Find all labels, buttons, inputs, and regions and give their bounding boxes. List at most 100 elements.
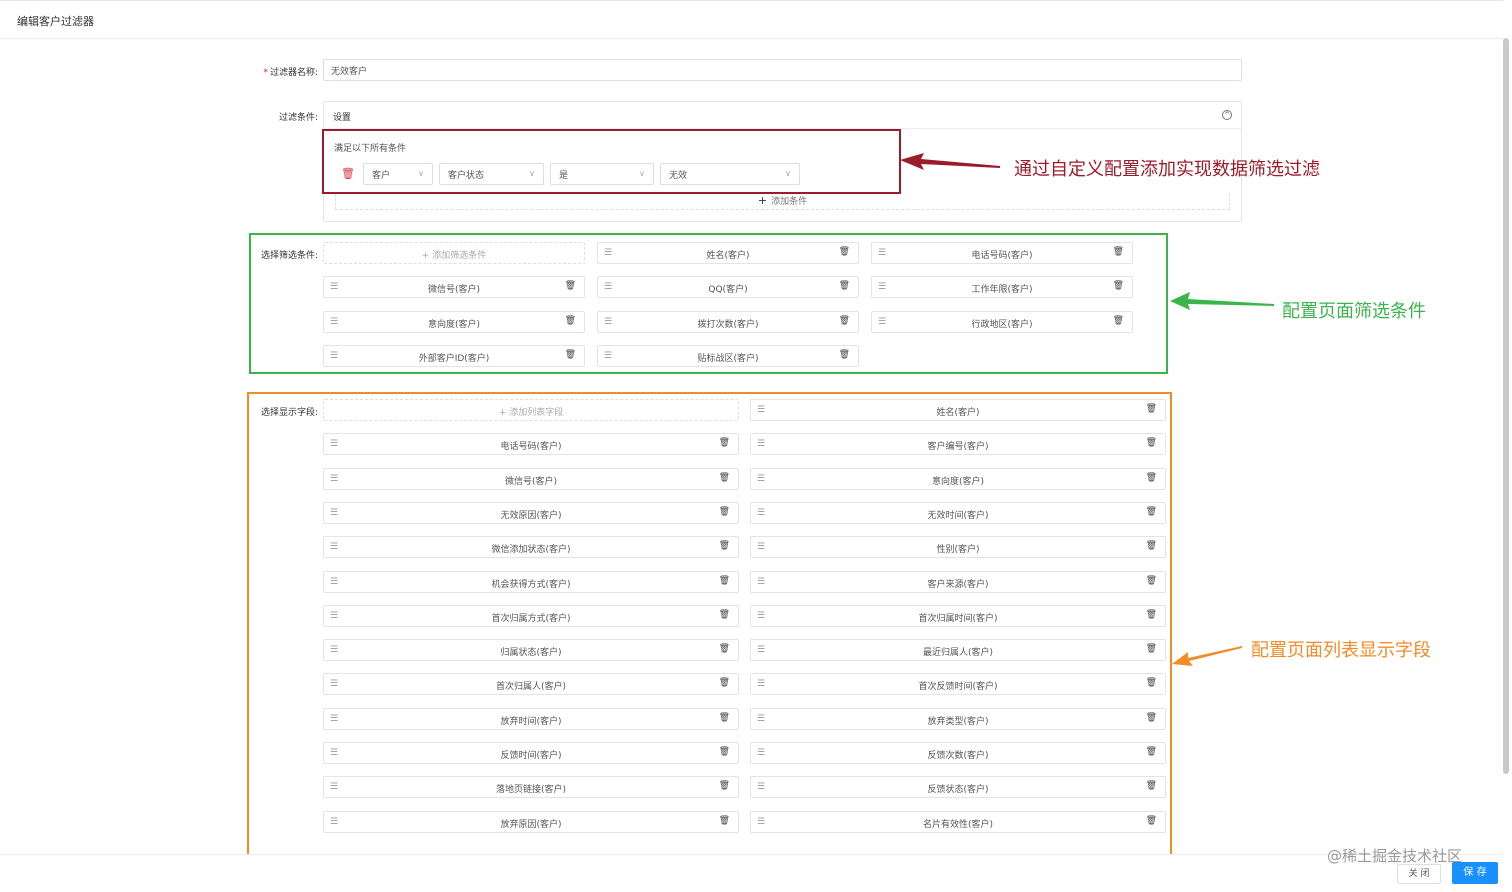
field-item[interactable]: ☰ 贴标战区(客户) 🗑 <box>597 345 859 367</box>
field-item[interactable]: ☰ 行政地区(客户) 🗑 <box>871 311 1133 333</box>
trash-icon[interactable]: 🗑 <box>719 438 730 448</box>
condition-field-select[interactable]: 客户状态 ∨ <box>439 163 544 185</box>
field-item[interactable]: ☰ 反馈状态(客户) 🗑 <box>750 776 1166 798</box>
field-item[interactable]: ☰ 无效时间(客户) 🗑 <box>750 502 1166 524</box>
save-button[interactable]: 保 存 <box>1452 862 1498 884</box>
add-condition-button[interactable]: + 添加条件 <box>335 194 1230 210</box>
trash-icon[interactable]: 🗑 <box>839 316 850 326</box>
field-item-label: 外部客户ID(客户) <box>418 354 490 364</box>
field-item[interactable]: ☰ 最近归属人(客户) 🗑 <box>750 639 1166 661</box>
field-item[interactable]: ☰ 电话号码(客户) 🗑 <box>871 242 1133 264</box>
field-item[interactable]: ☰ 微信号(客户) 🗑 <box>323 468 739 490</box>
field-item[interactable]: ☰ 首次归属人(客户) 🗑 <box>323 673 739 695</box>
trash-icon[interactable]: 🗑 <box>565 350 576 360</box>
field-item-label: 电话号码(客户) <box>500 442 562 452</box>
add-field-button[interactable]: + 添加列表字段 <box>323 399 739 421</box>
trash-icon[interactable]: 🗑 <box>1146 781 1157 791</box>
field-item[interactable]: ☰ 拨打次数(客户) 🗑 <box>597 311 859 333</box>
trash-icon[interactable]: 🗑 <box>1113 316 1124 326</box>
trash-icon[interactable]: 🗑 <box>1146 473 1157 483</box>
plus-icon: + <box>757 194 768 207</box>
required-mark: * <box>263 68 268 78</box>
field-item[interactable]: ☰ QQ(客户) 🗑 <box>597 276 859 298</box>
trash-icon[interactable]: 🗑 <box>839 350 850 360</box>
trash-icon[interactable]: 🗑 <box>719 781 730 791</box>
field-item[interactable]: ☰ 客户来源(客户) 🗑 <box>750 571 1166 593</box>
watermark: @稀土掘金技术社区 <box>1327 847 1463 865</box>
trash-icon[interactable]: 🗑 <box>719 576 730 586</box>
field-item[interactable]: ☰ 客户编号(客户) 🗑 <box>750 433 1166 455</box>
condition-object-select[interactable]: 客户 ∨ <box>363 163 433 185</box>
field-item[interactable]: ☰ 意向度(客户) 🗑 <box>323 311 585 333</box>
trash-icon[interactable]: 🗑 <box>839 247 850 257</box>
field-item[interactable]: ☰ 姓名(客户) 🗑 <box>750 399 1166 421</box>
trash-icon[interactable]: 🗑 <box>719 816 730 826</box>
trash-icon[interactable]: 🗑 <box>1146 816 1157 826</box>
field-item-label: 首次归属方式(客户) <box>491 614 571 624</box>
trash-icon[interactable]: 🗑 <box>1113 247 1124 257</box>
field-item[interactable]: ☰ 微信添加状态(客户) 🗑 <box>323 536 739 558</box>
field-item[interactable]: ☰ 归属状态(客户) 🗑 <box>323 639 739 661</box>
field-item-label: 电话号码(客户) <box>971 251 1033 261</box>
field-item[interactable]: ☰ 首次归属方式(客户) 🗑 <box>323 605 739 627</box>
plus-icon: + <box>421 251 433 261</box>
trash-icon[interactable]: 🗑 <box>1146 747 1157 757</box>
trash-icon[interactable]: 🗑 <box>1146 678 1157 688</box>
trash-icon[interactable]: 🗑 <box>719 678 730 688</box>
trash-icon[interactable]: 🗑 <box>719 713 730 723</box>
collapse-icon[interactable]: ^ <box>1222 110 1232 120</box>
field-item[interactable]: ☰ 微信号(客户) 🗑 <box>323 276 585 298</box>
add-field-label: + 添加列表字段 <box>324 405 738 418</box>
filter-select-label: 选择筛选条件: <box>260 251 318 261</box>
trash-icon[interactable]: 🗑 <box>719 747 730 757</box>
scrollbar[interactable] <box>1503 38 1509 774</box>
trash-icon[interactable]: 🗑 <box>1146 541 1157 551</box>
filter-name-input[interactable]: 无效客户 <box>323 59 1242 81</box>
condition-operator-select[interactable]: 是 ∨ <box>550 163 654 185</box>
field-item[interactable]: ☰ 放弃原因(客户) 🗑 <box>323 811 739 833</box>
trash-icon[interactable]: 🗑 <box>1146 644 1157 654</box>
field-item-label: 放弃类型(客户) <box>927 717 989 727</box>
close-button[interactable]: 关 闭 <box>1397 864 1441 884</box>
trash-icon[interactable]: 🗑 <box>1146 507 1157 517</box>
field-item[interactable]: ☰ 反馈时间(客户) 🗑 <box>323 742 739 764</box>
field-item-label: 无效原因(客户) <box>500 511 562 521</box>
trash-icon[interactable]: 🗑 <box>719 644 730 654</box>
field-item[interactable]: ☰ 首次反馈时间(客户) 🗑 <box>750 673 1166 695</box>
delete-condition-icon[interactable]: 🗑 <box>341 167 355 180</box>
add-field-label: + 添加筛选条件 <box>324 248 584 261</box>
trash-icon[interactable]: 🗑 <box>1146 713 1157 723</box>
condition-value-select[interactable]: 无效 ∨ <box>660 163 800 185</box>
field-item[interactable]: ☰ 外部客户ID(客户) 🗑 <box>323 345 585 367</box>
trash-icon[interactable]: 🗑 <box>719 507 730 517</box>
trash-icon[interactable]: 🗑 <box>1146 404 1157 414</box>
field-item[interactable]: ☰ 放弃时间(客户) 🗑 <box>323 708 739 730</box>
annotation-arrow-red <box>900 153 1000 170</box>
field-item[interactable]: ☰ 名片有效性(客户) 🗑 <box>750 811 1166 833</box>
trash-icon[interactable]: 🗑 <box>565 281 576 291</box>
trash-icon[interactable]: 🗑 <box>719 610 730 620</box>
trash-icon[interactable]: 🗑 <box>1146 438 1157 448</box>
field-item[interactable]: ☰ 机会获得方式(客户) 🗑 <box>323 571 739 593</box>
field-item[interactable]: ☰ 姓名(客户) 🗑 <box>597 242 859 264</box>
trash-icon[interactable]: 🗑 <box>839 281 850 291</box>
field-item[interactable]: ☰ 首次归属时间(客户) 🗑 <box>750 605 1166 627</box>
field-item-label: QQ(客户) <box>708 285 748 295</box>
condition-panel-header[interactable]: 设置 ^ <box>324 102 1241 129</box>
field-item[interactable]: ☰ 放弃类型(客户) 🗑 <box>750 708 1166 730</box>
trash-icon[interactable]: 🗑 <box>1113 281 1124 291</box>
field-item[interactable]: ☰ 电话号码(客户) 🗑 <box>323 433 739 455</box>
field-item[interactable]: ☰ 反馈次数(客户) 🗑 <box>750 742 1166 764</box>
field-item[interactable]: ☰ 意向度(客户) 🗑 <box>750 468 1166 490</box>
trash-icon[interactable]: 🗑 <box>719 541 730 551</box>
field-item[interactable]: ☰ 落地页链接(客户) 🗑 <box>323 776 739 798</box>
field-item[interactable]: ☰ 无效原因(客户) 🗑 <box>323 502 739 524</box>
trash-icon[interactable]: 🗑 <box>565 316 576 326</box>
add-field-button[interactable]: + 添加筛选条件 <box>323 242 585 264</box>
field-item[interactable]: ☰ 性别(客户) 🗑 <box>750 536 1166 558</box>
trash-icon[interactable]: 🗑 <box>1146 576 1157 586</box>
field-item[interactable]: ☰ 工作年限(客户) 🗑 <box>871 276 1133 298</box>
chevron-down-icon: ∨ <box>418 169 424 178</box>
trash-icon[interactable]: 🗑 <box>1146 610 1157 620</box>
trash-icon[interactable]: 🗑 <box>719 473 730 483</box>
